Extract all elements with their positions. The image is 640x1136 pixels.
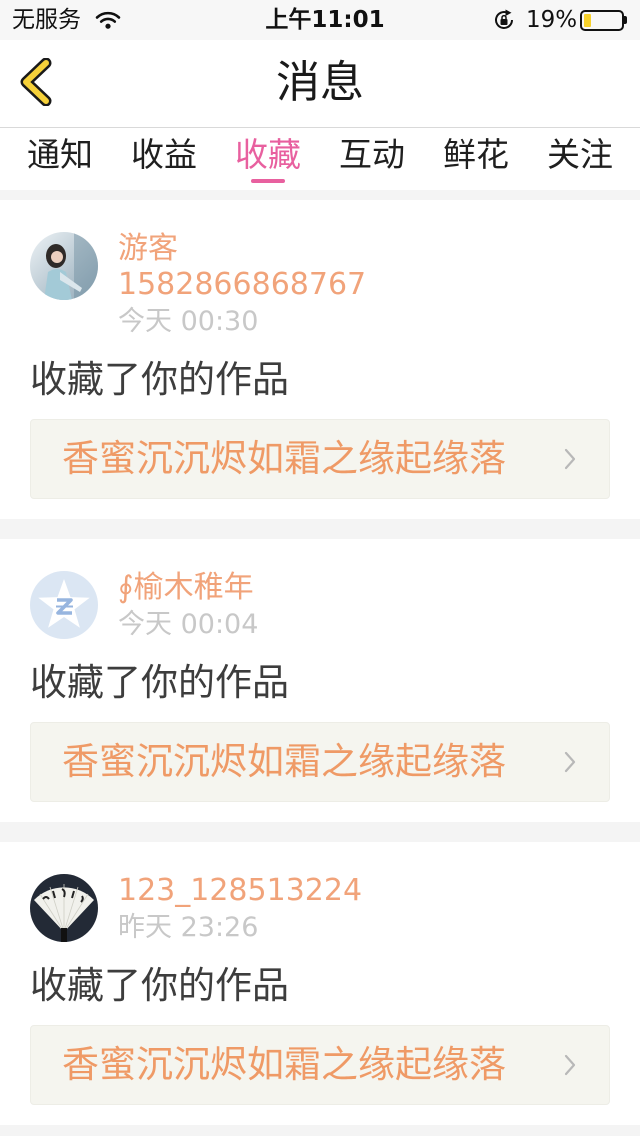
message-header: 123_128513224 昨天 23:26 <box>30 873 610 947</box>
avatar[interactable] <box>30 232 98 300</box>
default-avatar-icon <box>30 571 98 639</box>
battery-cap <box>624 16 627 24</box>
tab-label: 收益 <box>131 135 197 174</box>
tab-following[interactable]: 关注 <box>528 128 632 190</box>
chevron-right-icon <box>564 1054 576 1076</box>
work-link[interactable]: 香蜜沉沉烬如霜之缘起缘落 <box>30 1025 610 1105</box>
tab-label: 关注 <box>547 135 613 174</box>
tab-label: 通知 <box>27 135 93 174</box>
fan-photo-avatar <box>30 874 98 942</box>
message-card: ∮榆木稚年 今天 00:04 收藏了你的作品 香蜜沉沉烬如霜之缘起缘落 <box>0 539 640 822</box>
tab-label: 鲜花 <box>443 135 509 174</box>
message-header: ∮榆木稚年 今天 00:04 <box>30 570 610 644</box>
page-title: 消息 <box>276 57 364 108</box>
sender-info: ∮榆木稚年 今天 00:04 <box>118 570 258 644</box>
message-list: 游客 1582866868767 今天 00:30 收藏了你的作品 香蜜沉沉烬如… <box>0 200 640 1125</box>
message-time: 今天 00:30 <box>118 306 259 337</box>
work-link[interactable]: 香蜜沉沉烬如霜之缘起缘落 <box>30 722 610 802</box>
rotation-lock-icon <box>492 8 516 32</box>
work-title: 香蜜沉沉烬如霜之缘起缘落 <box>62 437 506 480</box>
message-card: 123_128513224 昨天 23:26 收藏了你的作品 香蜜沉沉烬如霜之缘… <box>0 842 640 1125</box>
message-time: 昨天 23:26 <box>118 912 259 943</box>
sender-name[interactable]: 游客 <box>118 231 366 267</box>
status-bar: 无服务 上午11:01 19% <box>0 0 640 40</box>
avatar[interactable] <box>30 571 98 639</box>
sender-phone: 1582866868767 <box>118 267 367 302</box>
tab-label: 互动 <box>339 135 405 174</box>
battery-level-fill <box>584 14 591 27</box>
work-link[interactable]: 香蜜沉沉烬如霜之缘起缘落 <box>30 419 610 499</box>
nav-bar: 消息 <box>0 40 640 128</box>
tab-earnings[interactable]: 收益 <box>112 128 216 190</box>
tab-bar: 通知 收益 收藏 互动 鲜花 关注 <box>0 128 640 190</box>
tab-interactions[interactable]: 互动 <box>320 128 424 190</box>
sender-name[interactable]: ∮榆木稚年 <box>118 570 258 606</box>
chevron-right-icon <box>564 751 576 773</box>
tab-notifications[interactable]: 通知 <box>8 128 112 190</box>
sender-info: 游客 1582866868767 今天 00:30 <box>118 231 366 341</box>
sender-name[interactable]: 123_128513224 <box>118 873 362 909</box>
tab-active-indicator <box>251 179 285 183</box>
message-text: 收藏了你的作品 <box>30 964 289 1007</box>
tab-flowers[interactable]: 鲜花 <box>424 128 528 190</box>
avatar[interactable] <box>30 874 98 942</box>
user-photo-avatar <box>30 232 98 300</box>
message-header: 游客 1582866868767 今天 00:30 <box>30 231 610 341</box>
battery-icon <box>580 10 624 31</box>
message-time: 今天 00:04 <box>118 609 259 640</box>
message-text: 收藏了你的作品 <box>30 358 289 401</box>
work-title: 香蜜沉沉烬如霜之缘起缘落 <box>62 740 506 783</box>
battery-percent: 19% <box>526 7 578 33</box>
sender-info: 123_128513224 昨天 23:26 <box>118 873 362 947</box>
work-title: 香蜜沉沉烬如霜之缘起缘落 <box>62 1043 506 1086</box>
tab-favorites[interactable]: 收藏 <box>216 128 320 190</box>
message-text: 收藏了你的作品 <box>30 661 289 704</box>
tab-label: 收藏 <box>235 135 301 174</box>
message-card: 游客 1582866868767 今天 00:30 收藏了你的作品 香蜜沉沉烬如… <box>0 200 640 519</box>
chevron-right-icon <box>564 448 576 470</box>
